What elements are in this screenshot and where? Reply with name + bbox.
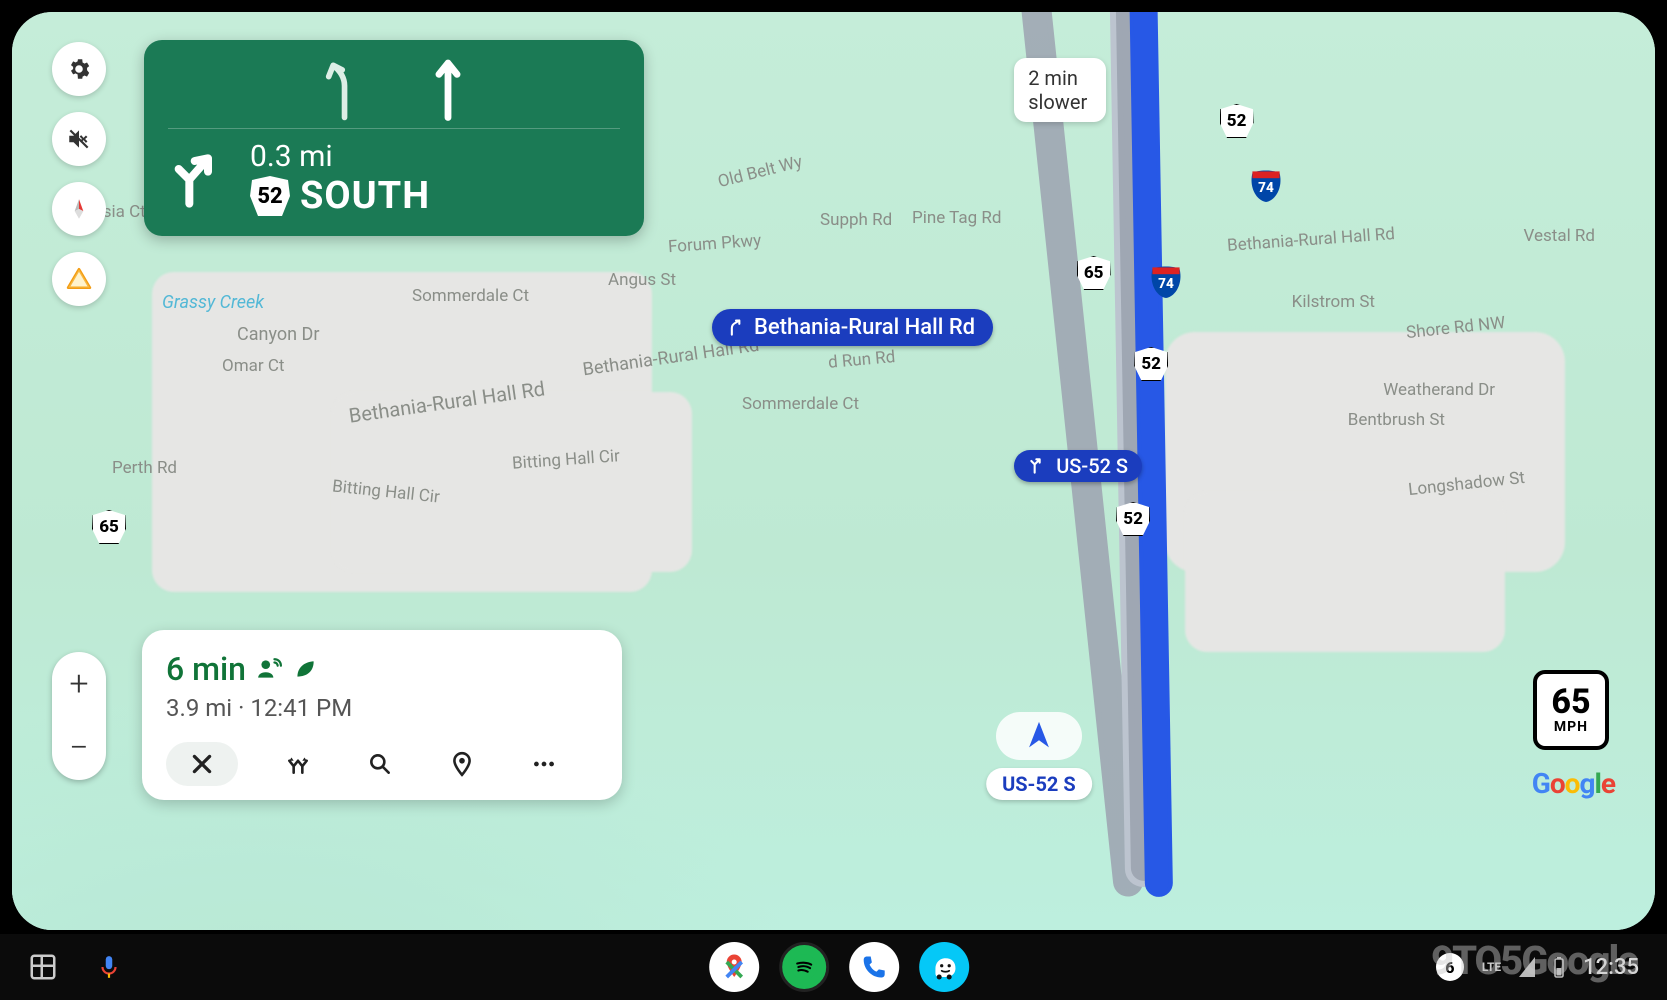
interstate-shield-icon: 74 xyxy=(1149,264,1183,298)
overflow-menu-button[interactable] xyxy=(522,742,566,786)
android-auto-taskbar: 6 LTE 12:35 xyxy=(0,934,1667,1000)
navigation-arrow-icon xyxy=(1022,719,1056,753)
search-along-route-button[interactable] xyxy=(358,742,402,786)
current-highway-callout[interactable]: US-52 S xyxy=(1014,450,1142,482)
us-route-shield: 65 xyxy=(1077,256,1111,290)
road-label: Canyon Dr xyxy=(237,324,319,345)
end-navigation-button[interactable] xyxy=(166,742,238,786)
signal-icon xyxy=(1519,957,1535,977)
spotify-icon xyxy=(790,953,818,981)
network-indicator: LTE xyxy=(1482,960,1501,974)
google-maps-icon xyxy=(719,952,749,982)
road-label: Supph Rd xyxy=(820,210,892,230)
clock: 12:35 xyxy=(1583,955,1639,980)
maneuver-distance: 0.3 mi xyxy=(250,139,430,174)
volume-off-icon xyxy=(66,126,92,152)
trip-subtext: 3.9 mi · 12:41 PM xyxy=(166,694,598,722)
road-label: Vestal Rd xyxy=(1524,226,1595,246)
trip-summary-card[interactable]: 6 min 3.9 mi · 12:41 PM xyxy=(142,630,622,800)
report-button[interactable] xyxy=(52,252,106,306)
warning-triangle-icon xyxy=(66,266,92,292)
speed-limit-sign: 65 MPH xyxy=(1533,670,1609,750)
road-label: Omar Ct xyxy=(222,356,284,376)
recenter-button[interactable] xyxy=(996,712,1082,760)
phone-app-icon[interactable] xyxy=(849,942,899,992)
settings-button[interactable] xyxy=(52,42,106,96)
close-icon xyxy=(189,751,215,777)
map-controls-column xyxy=(52,42,106,306)
eta-duration: 6 min xyxy=(166,650,246,688)
maps-app-icon[interactable] xyxy=(709,942,759,992)
gear-icon xyxy=(66,56,92,82)
buildings-area xyxy=(1185,492,1505,652)
us-route-shield: 52 xyxy=(1116,502,1150,536)
road-label: Sommerdale Ct xyxy=(742,394,859,414)
route-direction: SOUTH xyxy=(300,174,430,218)
search-icon xyxy=(367,751,393,777)
lane-slight-left-icon xyxy=(316,54,364,122)
speed-limit-unit: MPH xyxy=(1554,719,1588,735)
routes-icon xyxy=(285,751,311,777)
lane-straight-icon xyxy=(424,54,472,122)
launcher-button[interactable] xyxy=(28,952,58,982)
more-horiz-icon xyxy=(531,751,557,777)
road-label: Perth Rd xyxy=(112,458,177,478)
next-turn-callout[interactable]: Bethania-Rural Hall Rd xyxy=(712,309,993,346)
share-trip-icon xyxy=(256,656,282,682)
waze-icon xyxy=(929,952,959,982)
eco-leaf-icon xyxy=(292,656,318,682)
road-label: Bentbrush St xyxy=(1348,410,1445,430)
svg-text:74: 74 xyxy=(1158,276,1174,292)
compass-icon xyxy=(66,196,92,222)
google-logo: Google xyxy=(1532,767,1615,800)
alternate-routes-button[interactable] xyxy=(276,742,320,786)
pin-icon xyxy=(449,751,475,777)
alt-route-time-chip[interactable]: 2 min slower xyxy=(1014,58,1106,122)
zoom-control: + − xyxy=(52,652,106,780)
road-label: Kilstrom St xyxy=(1292,292,1375,312)
road-label: Sommerdale Ct xyxy=(412,286,529,306)
fork-right-icon xyxy=(1028,456,1048,476)
mute-button[interactable] xyxy=(52,112,106,166)
zoom-out-button[interactable]: − xyxy=(69,728,88,768)
trip-arrival: 12:41 PM xyxy=(250,694,352,722)
route-shield: 52 xyxy=(250,176,290,216)
current-road-chip: US-52 S xyxy=(986,768,1092,800)
road-label: Pine Tag Rd xyxy=(912,208,1001,228)
trip-distance: 3.9 mi xyxy=(166,694,232,722)
maneuver-icon xyxy=(168,145,232,213)
battery-icon xyxy=(1553,956,1565,978)
creek-label: Grassy Creek xyxy=(162,292,264,313)
slight-right-icon xyxy=(726,318,746,338)
compass-button[interactable] xyxy=(52,182,106,236)
us-route-shield: 52 xyxy=(1220,104,1254,138)
callout-label: Bethania-Rural Hall Rd xyxy=(754,315,975,340)
speed-limit-value: 65 xyxy=(1551,685,1590,719)
lane-guidance xyxy=(168,54,620,122)
waze-app-icon[interactable] xyxy=(919,942,969,992)
zoom-in-button[interactable]: + xyxy=(69,664,88,704)
destination-details-button[interactable] xyxy=(440,742,484,786)
interstate-shield-icon: 74 xyxy=(1249,168,1283,202)
phone-icon xyxy=(860,953,888,981)
svg-text:74: 74 xyxy=(1258,180,1274,196)
road-label: Angus St xyxy=(608,270,676,290)
spotify-app-icon[interactable] xyxy=(779,942,829,992)
callout-label: US-52 S xyxy=(1056,454,1128,478)
notification-badge[interactable]: 6 xyxy=(1436,953,1464,981)
navigation-card[interactable]: 0.3 mi 52 SOUTH xyxy=(144,40,644,236)
divider xyxy=(168,128,620,129)
map-viewport[interactable]: Grassy Creek Canyon Dr Omar Ct Sommerdal… xyxy=(12,12,1655,930)
road-label: Weatherand Dr xyxy=(1383,380,1495,400)
assistant-mic-button[interactable] xyxy=(96,952,122,982)
us-route-shield: 52 xyxy=(1134,347,1168,381)
us-route-shield: 65 xyxy=(92,510,126,544)
